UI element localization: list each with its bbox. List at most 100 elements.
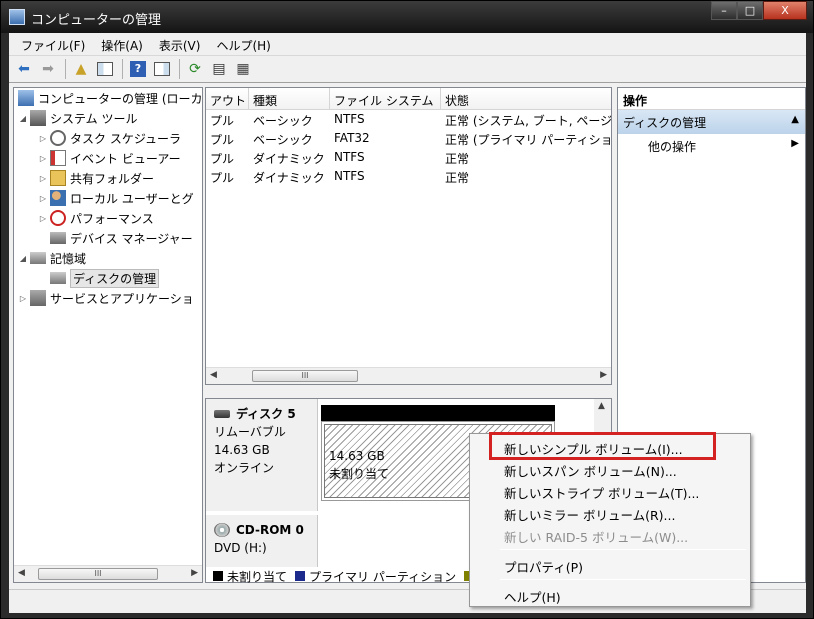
volume-header-bar — [321, 405, 555, 421]
disk-size: 14.63 GB — [214, 443, 270, 457]
scroll-thumb[interactable]: III — [252, 370, 358, 382]
menu-separator — [500, 549, 746, 550]
cdrom-0-info[interactable]: CD-ROM 0 DVD (H:) — [206, 515, 318, 567]
show-tree-icon[interactable] — [94, 58, 116, 80]
tree-item-storage[interactable]: ◢ 記憶域 — [18, 248, 86, 268]
tree-item-event-viewer[interactable]: ▷ イベント ビューアー — [38, 148, 181, 168]
column-header-filesystem[interactable]: ファイル システム — [330, 88, 441, 109]
forward-icon[interactable]: ➡ — [37, 58, 59, 80]
column-header-layout[interactable]: アウト — [206, 88, 249, 109]
refresh-icon[interactable]: ⟳ — [184, 58, 206, 80]
tree-item-local-users[interactable]: ▷ ローカル ユーザーとグ — [38, 188, 194, 208]
navigation-tree[interactable]: コンピューターの管理 (ローカ ◢ システム ツール ▷ タスク スケジューラ … — [13, 87, 203, 583]
table-row[interactable]: プル ベーシック FAT32 正常 (プライマリ パーティション — [206, 129, 611, 148]
more-actions-label: 他の操作 — [648, 140, 697, 154]
disk-management-icon — [50, 272, 66, 284]
minimize-button[interactable]: – — [711, 1, 737, 20]
more-actions-item[interactable]: 他の操作 ▶ — [618, 134, 805, 156]
computer-management-window: コンピューターの管理 – □ X ファイル(F) 操作(A) 表示(V) ヘルプ… — [0, 0, 814, 619]
collapsed-arrow-icon[interactable]: ▷ — [38, 214, 48, 223]
event-viewer-icon — [50, 150, 66, 166]
users-icon — [50, 190, 66, 206]
volume-list[interactable]: アウト 種類 ファイル システム 状態 プル ベーシック NTFS 正常 (シス… — [205, 87, 612, 385]
column-header-status[interactable]: 状態 — [441, 88, 611, 109]
back-icon[interactable]: ⬅ — [13, 58, 35, 80]
highlight-box — [489, 432, 716, 460]
cd-rom-icon — [214, 523, 230, 537]
disk-5-info[interactable]: ディスク 5 リムーバブル 14.63 GB オンライン — [206, 399, 318, 511]
collapsed-arrow-icon[interactable]: ▷ — [38, 154, 48, 163]
scroll-up-icon[interactable]: ▲ — [598, 401, 605, 411]
tree-item-performance[interactable]: ▷ パフォーマンス — [38, 208, 154, 228]
menu-separator — [500, 579, 746, 580]
disk-name: CD-ROM 0 — [236, 523, 304, 537]
scroll-left-icon[interactable]: ◀ — [18, 568, 25, 578]
performance-icon — [50, 210, 66, 226]
menu-item-properties[interactable]: プロパティ(P) — [470, 554, 750, 576]
tree-item-computer-management[interactable]: コンピューターの管理 (ローカ — [16, 88, 202, 108]
table-row[interactable]: プル ダイナミック NTFS 正常 — [206, 148, 611, 167]
tree-horizontal-scrollbar[interactable]: ◀ III ▶ — [14, 565, 202, 582]
menu-item-help[interactable]: ヘルプ(H) — [470, 584, 750, 606]
table-row[interactable]: プル ダイナミック NTFS 正常 — [206, 167, 611, 186]
tree-item-shared-folders[interactable]: ▷ 共有フォルダー — [38, 168, 154, 188]
list-horizontal-scrollbar[interactable]: ◀ III ▶ — [206, 367, 611, 384]
show-action-pane-icon[interactable] — [151, 58, 173, 80]
collapsed-arrow-icon[interactable]: ▷ — [18, 294, 28, 303]
scroll-right-icon[interactable]: ▶ — [600, 370, 607, 380]
help-icon[interactable]: ? — [127, 58, 149, 80]
section-label: ディスクの管理 — [623, 116, 707, 130]
menu-view[interactable]: 表示(V) — [151, 33, 209, 55]
menu-bar: ファイル(F) 操作(A) 表示(V) ヘルプ(H) — [9, 33, 806, 55]
disk-settings-icon[interactable]: ▦ — [232, 58, 254, 80]
disk-status: オンライン — [214, 461, 275, 475]
scroll-thumb[interactable]: III — [38, 568, 158, 580]
column-header-type[interactable]: 種類 — [249, 88, 330, 109]
legend-label: 未割り当て — [227, 569, 288, 584]
maximize-button[interactable]: □ — [737, 1, 763, 20]
volume-list-header: アウト 種類 ファイル システム 状態 — [206, 88, 611, 110]
menu-item-new-mirrored-volume[interactable]: 新しいミラー ボリューム(R)... — [470, 502, 750, 524]
collapse-icon[interactable]: ▲ — [791, 114, 805, 134]
expanded-arrow-icon[interactable]: ◢ — [18, 254, 28, 263]
scroll-right-icon[interactable]: ▶ — [191, 568, 198, 578]
table-row[interactable]: プル ベーシック NTFS 正常 (システム, ブート, ページ — [206, 110, 611, 129]
legend-label: プライマリ パーティション — [309, 569, 457, 584]
legend-swatch-unallocated — [213, 571, 223, 581]
collapsed-arrow-icon[interactable]: ▷ — [38, 174, 48, 183]
computer-management-icon — [18, 90, 34, 106]
scroll-left-icon[interactable]: ◀ — [210, 370, 217, 380]
title-bar[interactable]: コンピューターの管理 – □ X — [1, 1, 813, 33]
disk-icon — [214, 410, 230, 418]
collapsed-arrow-icon[interactable]: ▷ — [38, 134, 48, 143]
computer-management-icon — [9, 9, 25, 25]
expanded-arrow-icon[interactable]: ◢ — [18, 114, 28, 123]
actions-header: 操作 — [618, 88, 805, 110]
collapsed-arrow-icon[interactable]: ▷ — [38, 194, 48, 203]
menu-item-new-spanned-volume[interactable]: 新しいスパン ボリューム(N)... — [470, 458, 750, 480]
toolbar: ⬅ ➡ ▲ ? ⟳ ▤ ▦ — [9, 55, 806, 83]
properties-icon[interactable]: ▤ — [208, 58, 230, 80]
disk-type: リムーバブル — [214, 425, 286, 439]
storage-icon — [30, 252, 46, 264]
up-folder-icon[interactable]: ▲ — [70, 58, 92, 80]
disk-name: ディスク 5 — [236, 407, 296, 421]
shared-folder-icon — [50, 170, 66, 186]
legend: 未割り当て プライマリ パーティション — [205, 567, 478, 585]
tree-item-services[interactable]: ▷ サービスとアプリケーショ — [18, 288, 194, 308]
tree-item-device-manager[interactable]: デバイス マネージャー — [48, 228, 193, 248]
menu-action[interactable]: 操作(A) — [93, 33, 151, 55]
submenu-arrow-icon: ▶ — [791, 138, 799, 149]
tree-item-task-scheduler[interactable]: ▷ タスク スケジューラ — [38, 128, 181, 148]
tree-item-system-tools[interactable]: ◢ システム ツール — [18, 108, 137, 128]
menu-item-new-raid5-volume: 新しい RAID-5 ボリューム(W)... — [504, 530, 689, 545]
menu-item-new-striped-volume[interactable]: 新しいストライプ ボリューム(T)... — [470, 480, 750, 502]
device-manager-icon — [50, 232, 66, 244]
menu-help[interactable]: ヘルプ(H) — [208, 33, 278, 55]
menu-file[interactable]: ファイル(F) — [13, 33, 93, 55]
legend-swatch-primary — [295, 571, 306, 581]
tree-item-disk-management[interactable]: ディスクの管理 — [48, 268, 160, 288]
actions-section-disk-management[interactable]: ディスクの管理 ▲ — [618, 110, 805, 134]
services-icon — [30, 290, 46, 306]
close-button[interactable]: X — [763, 1, 807, 20]
